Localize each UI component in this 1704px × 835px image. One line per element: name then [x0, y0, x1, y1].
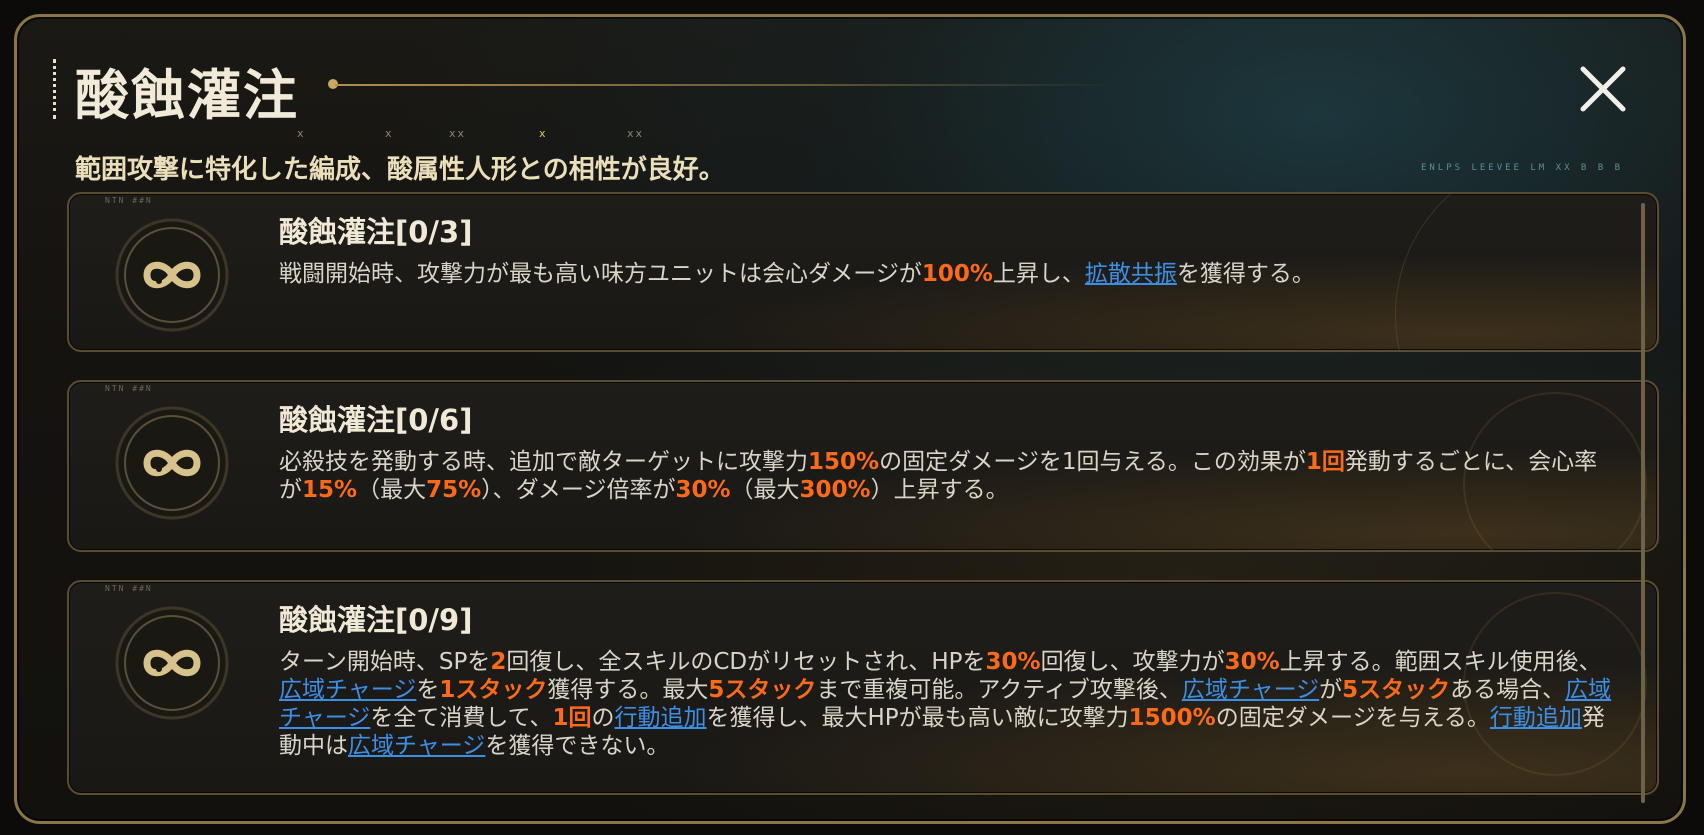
description-text: 回復し、全スキルのCDがリセットされ、HPを: [506, 649, 986, 675]
card-description: ターン開始時、SPを2回復し、全スキルのCDがリセットされ、HPを30%回復し、…: [279, 648, 1619, 760]
highlight-value: 2: [490, 649, 507, 675]
highlight-value: 30%: [985, 649, 1041, 675]
highlight-value: 5スタック: [1342, 677, 1451, 703]
description-text: を獲得できない。: [485, 733, 670, 759]
card-description: 戦闘開始時、攻撃力が最も高い味方ユニットは会心ダメージが100%上昇し、拡散共振…: [279, 260, 1619, 288]
description-text: まで重複可能。アクティブ攻撃後、: [816, 677, 1182, 703]
close-button[interactable]: [1573, 59, 1633, 119]
tick-mark: xx: [449, 127, 467, 140]
description-text: 回復し、攻撃力が: [1040, 649, 1225, 675]
description-text: が: [1319, 677, 1343, 703]
description-text: の: [591, 705, 615, 731]
description-text: の固定ダメージを1回与える。この効果が: [879, 449, 1306, 475]
buff-tier-card: NTN ##N 酸蝕灌注[0/3] 戦闘開始時、攻撃力が最も高い味方ユニットは会…: [67, 192, 1659, 352]
buff-tier-list: NTN ##N 酸蝕灌注[0/3] 戦闘開始時、攻撃力が最も高い味方ユニットは会…: [67, 192, 1659, 821]
description-text: を獲得し、最大HPが最も高い敵に攻撃力: [706, 705, 1129, 731]
description-text: 上昇し、: [992, 261, 1085, 287]
description-text: の固定ダメージを与える。: [1215, 705, 1490, 731]
highlight-value: 1スタック: [439, 677, 548, 703]
panel-subtitle: 範囲攻撃に特化した編成、酸属性人形との相性が良好。: [75, 155, 725, 185]
description-text: 必殺技を発動する時、追加で敵ターゲットに攻撃力: [279, 449, 808, 475]
title-marker: [53, 59, 60, 119]
close-icon: [1580, 66, 1626, 112]
description-text: ）上昇する。: [870, 477, 1009, 503]
highlight-value: 150%: [808, 449, 880, 475]
description-text: を: [416, 677, 440, 703]
tick-mark: x: [539, 127, 548, 140]
infinity-icon: [113, 604, 231, 722]
keyword-link[interactable]: 広域チャージ: [348, 733, 485, 759]
card-title: 酸蝕灌注[0/9]: [279, 603, 473, 637]
highlight-value: 1回: [1305, 449, 1345, 475]
scrollbar-thumb[interactable]: [1641, 203, 1645, 803]
card-title: 酸蝕灌注[0/3]: [279, 215, 473, 249]
buff-tier-card: NTN ##N 酸蝕灌注[0/9] ターン開始時、SPを2回復し、全スキルのCD…: [67, 580, 1659, 795]
tick-mark: xx: [627, 127, 645, 140]
keyword-link[interactable]: 行動追加: [615, 705, 707, 731]
card-tag: NTN ##N: [105, 384, 153, 393]
buff-detail-panel: 酸蝕灌注 x x xx x xx 範囲攻撃に特化した編成、酸属性人形との相性が良…: [14, 14, 1686, 824]
description-text: ）、ダメージ倍率が: [481, 477, 676, 503]
tick-mark: x: [385, 127, 394, 140]
highlight-value: 1回: [552, 705, 592, 731]
keyword-link[interactable]: 拡散共振: [1085, 261, 1177, 287]
highlight-value: 100%: [921, 261, 993, 287]
card-title: 酸蝕灌注[0/6]: [279, 403, 473, 437]
keyword-link[interactable]: 行動追加: [1490, 705, 1582, 731]
description-text: （最大: [730, 477, 800, 503]
highlight-value: 15%: [302, 477, 358, 503]
highlight-value: 30%: [1224, 649, 1280, 675]
highlight-value: 30%: [675, 477, 731, 503]
description-text: を全て消費して、: [370, 705, 553, 731]
highlight-value: 1500%: [1128, 705, 1216, 731]
description-text: 上昇する。範囲スキル使用後、: [1279, 649, 1602, 675]
description-text: 獲得する。最大: [547, 677, 709, 703]
infinity-icon: [113, 216, 231, 334]
scrollbar[interactable]: [1641, 203, 1645, 803]
tick-mark: x: [297, 127, 306, 140]
infinity-icon: [113, 404, 231, 522]
description-text: を獲得する。: [1176, 261, 1315, 287]
description-text: ある場合、: [1450, 677, 1566, 703]
card-description: 必殺技を発動する時、追加で敵ターゲットに攻撃力150%の固定ダメージを1回与える…: [279, 448, 1619, 504]
keyword-link[interactable]: 広域チャージ: [1182, 677, 1319, 703]
highlight-value: 5スタック: [708, 677, 817, 703]
keyword-link[interactable]: 広域チャージ: [279, 677, 416, 703]
description-text: ターン開始時、SPを: [279, 649, 491, 675]
buff-tier-card: NTN ##N 酸蝕灌注[0/6] 必殺技を発動する時、追加で敵ターゲットに攻撃…: [67, 380, 1659, 552]
panel-title: 酸蝕灌注: [75, 64, 299, 127]
hud-decoration-text: ENLPS LEEVEE LM XX B B B: [1420, 163, 1623, 173]
highlight-value: 300%: [799, 477, 871, 503]
card-tag: NTN ##N: [105, 196, 153, 205]
description-text: 戦闘開始時、攻撃力が最も高い味方ユニットは会心ダメージが: [279, 261, 922, 287]
title-divider-line: [335, 84, 1115, 86]
card-tag: NTN ##N: [105, 584, 153, 593]
highlight-value: 75%: [426, 477, 482, 503]
description-text: （最大: [357, 477, 427, 503]
